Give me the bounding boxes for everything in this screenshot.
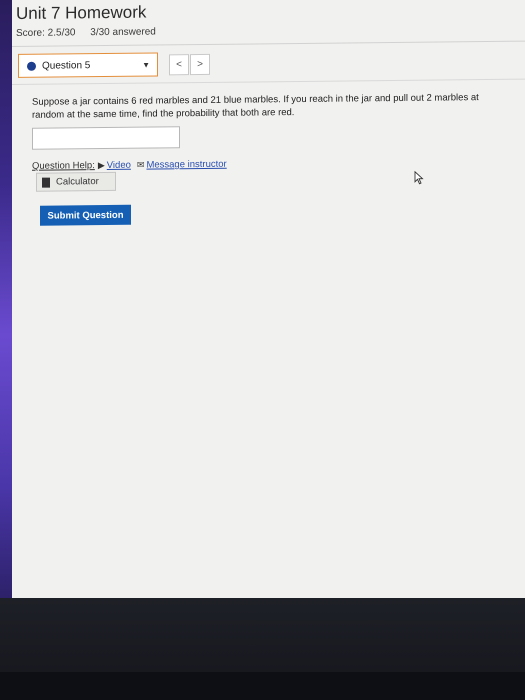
mail-icon: ✉ xyxy=(136,159,145,170)
score-text: Score: 2.5/30 xyxy=(16,27,76,39)
answer-input[interactable] xyxy=(32,126,180,150)
nav-divider xyxy=(12,78,525,85)
caret-down-icon: ▼ xyxy=(142,60,150,70)
header-divider xyxy=(12,40,525,47)
question-selector[interactable]: Question 5 ▼ xyxy=(18,52,158,78)
question-text: Suppose a jar contains 6 red marbles and… xyxy=(32,92,479,121)
submit-question-button[interactable]: Submit Question xyxy=(40,204,131,226)
previous-question-button[interactable]: < xyxy=(169,54,189,76)
browser-page: Unit 7 Homework Score: 2.5/30 3/30 answe… xyxy=(12,0,525,606)
video-link[interactable]: Video xyxy=(107,160,131,171)
question-help: Question Help: ▶ Video ✉ Message instruc… xyxy=(32,159,233,172)
next-question-button[interactable]: > xyxy=(190,53,210,76)
video-icon: ▶ xyxy=(97,160,105,171)
monitor-edge xyxy=(0,672,525,700)
chevron-left-icon: < xyxy=(176,59,182,71)
message-instructor-link[interactable]: Message instructor xyxy=(146,159,226,171)
calculator-button[interactable]: Calculator xyxy=(36,171,116,192)
status-dot-icon xyxy=(27,61,36,71)
mouse-cursor-icon xyxy=(414,170,424,185)
calculator-label: Calculator xyxy=(56,176,99,188)
question-help-label: Question Help: xyxy=(32,160,95,172)
answered-count: 3/30 answered xyxy=(90,26,156,39)
calculator-icon xyxy=(42,177,50,188)
page-title: Unit 7 Homework xyxy=(16,2,147,23)
score-row: Score: 2.5/30 3/30 answered xyxy=(16,26,168,39)
chevron-right-icon: > xyxy=(197,59,203,71)
question-selector-label: Question 5 xyxy=(42,59,91,72)
